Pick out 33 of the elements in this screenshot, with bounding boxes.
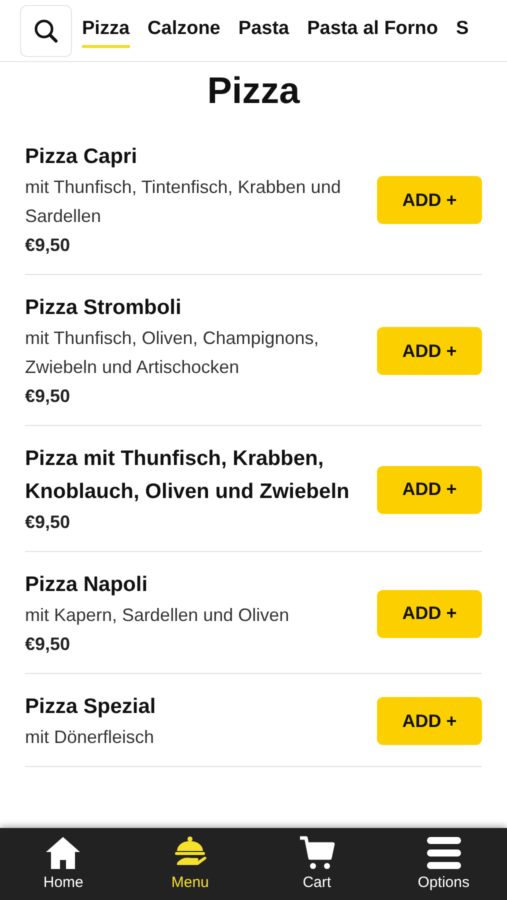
category-tab[interactable]: Pasta bbox=[238, 14, 290, 48]
item-description: mit Kapern, Sardellen und Oliven bbox=[25, 604, 290, 627]
item-price: €9,50 bbox=[25, 633, 72, 656]
section-title: Pizza bbox=[206, 70, 301, 112]
nav-item[interactable]: Cart bbox=[262, 828, 372, 900]
nav-item[interactable]: Options bbox=[388, 828, 499, 900]
add-button[interactable]: ADD + bbox=[377, 590, 482, 638]
item-name: Pizza Capri bbox=[25, 144, 138, 170]
category-tab[interactable]: S bbox=[456, 14, 469, 48]
item-price: €9,50 bbox=[25, 385, 72, 408]
cart-icon bbox=[298, 836, 335, 870]
item-name: Pizza Stromboli bbox=[25, 295, 182, 321]
item-name: Pizza Napoli bbox=[25, 572, 149, 598]
category-tab[interactable]: Pasta al Forno bbox=[307, 14, 438, 48]
add-button[interactable]: ADD + bbox=[377, 697, 482, 745]
item-description: mit Thunfisch, Tintenfisch, Krabben und Sardellen bbox=[25, 176, 342, 228]
search-button[interactable] bbox=[20, 4, 72, 56]
item-name: Pizza Spezial bbox=[25, 694, 157, 720]
add-button[interactable]: ADD + bbox=[377, 176, 482, 224]
nav-item[interactable]: Home bbox=[8, 828, 118, 900]
item-name: Pizza mit Thunfisch, Krabben, Knoblauch, Oliven und Zwiebeln bbox=[25, 446, 350, 505]
item-description: mit Thunfisch, Oliven, Champignons, Zwiebeln und Artischocken bbox=[25, 327, 320, 379]
item-price: €9,50 bbox=[25, 511, 72, 534]
category-tab[interactable]: Pizza bbox=[82, 14, 130, 48]
menu-icon bbox=[426, 836, 462, 870]
search-icon bbox=[33, 18, 59, 44]
nav-item[interactable]: Menu bbox=[135, 828, 246, 900]
category-tab[interactable]: Calzone bbox=[148, 14, 220, 48]
item-description: mit Dönerfleisch bbox=[25, 726, 156, 749]
add-button[interactable]: ADD + bbox=[377, 466, 482, 514]
home-icon bbox=[45, 836, 82, 870]
add-button[interactable]: ADD + bbox=[377, 327, 482, 375]
item-price: €9,50 bbox=[25, 234, 72, 257]
